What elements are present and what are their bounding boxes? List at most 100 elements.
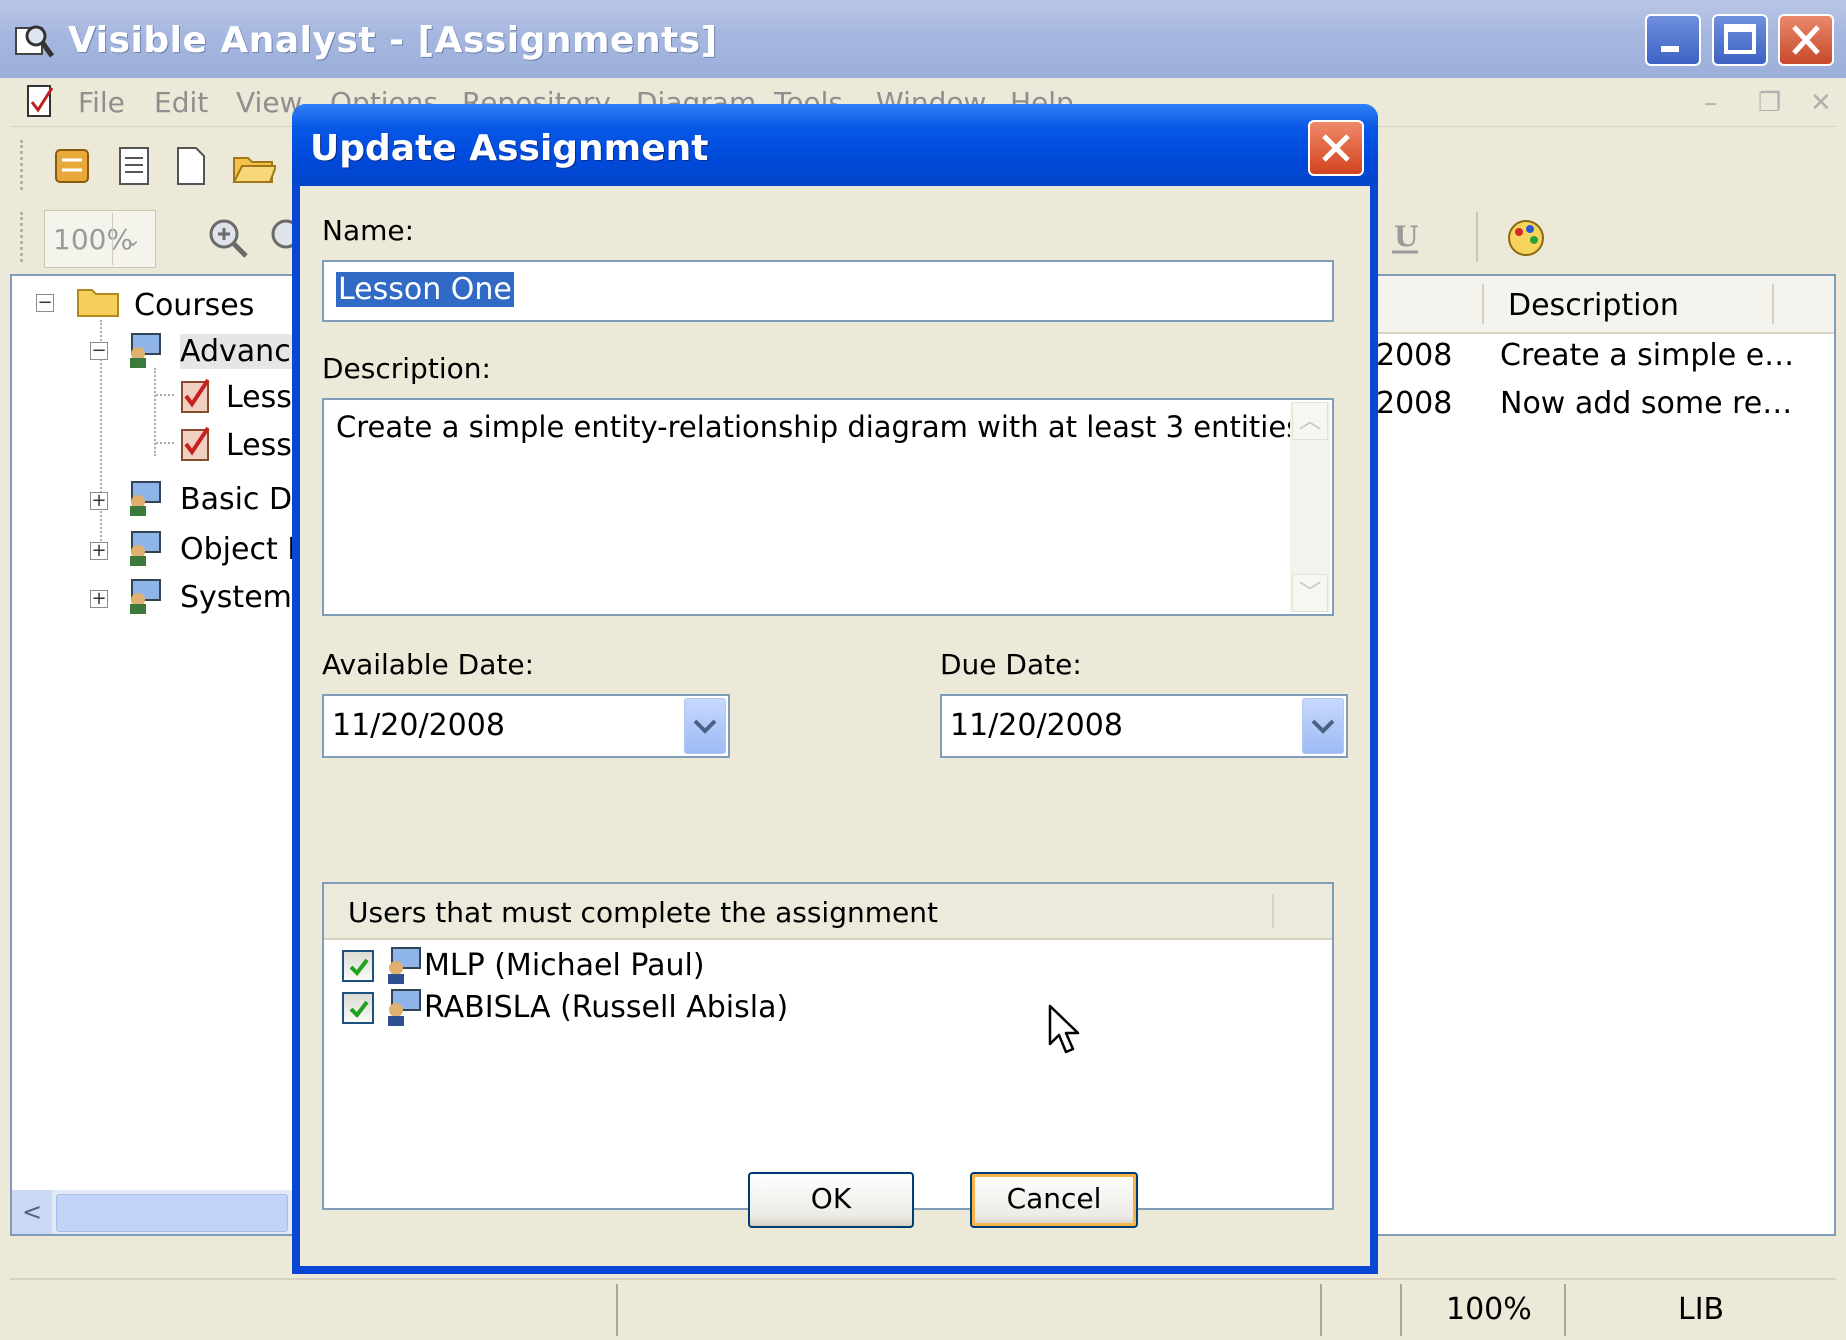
users-computer-icon [130,333,161,368]
scroll-left-icon[interactable]: < [12,1190,52,1234]
chevron-down-icon [1311,719,1335,734]
minimize-icon [1661,46,1679,52]
users-computer-icon [130,531,161,566]
close-icon [1322,134,1350,162]
column-separator[interactable] [1772,284,1774,324]
column-separator[interactable] [1272,894,1274,928]
folder-icon [77,289,119,317]
toolbar-grip[interactable] [20,140,27,190]
document-check-icon [27,85,54,117]
assignment-check-icon [181,378,210,413]
assignment-list[interactable]: Description 2008 Create a simple e… 2008… [1370,274,1836,1236]
user-checkbox[interactable] [342,950,374,982]
due-date-value: 11/20/2008 [950,708,1123,743]
available-date-value: 11/20/2008 [332,708,505,743]
collapse-toggle[interactable]: − [36,294,54,312]
tree-item-advanced[interactable]: Advance [180,334,298,369]
tree-line [156,442,174,444]
list-cell-description[interactable]: Create a simple e… [1500,338,1794,373]
column-header-description[interactable]: Description [1508,288,1679,323]
toolbar-separator [1476,212,1478,262]
name-value: Lesson One [336,272,514,307]
due-date-picker[interactable]: 11/20/2008 [940,694,1348,758]
mdi-minimize-button[interactable]: – [1704,88,1717,118]
tree-item-lesson-2[interactable]: Less [226,428,292,463]
description-scrollbar[interactable]: ︿ ﹀ [1290,402,1330,612]
users-list[interactable]: Users that must complete the assignment … [322,882,1334,1210]
underline-icon[interactable]: U [1388,218,1424,258]
color-palette-icon[interactable] [1504,216,1548,260]
scroll-thumb[interactable] [56,1194,288,1232]
list-cell-date: 2008 [1376,386,1453,421]
database-icon[interactable] [52,146,92,186]
dialog-title-bar[interactable]: Update Assignment [292,104,1378,186]
tree-item-systems[interactable]: Systems [180,580,298,615]
close-window-button[interactable] [1778,14,1834,66]
tree-item-lesson-1[interactable]: Less [226,380,292,415]
mdi-close-button[interactable]: ✕ [1810,88,1832,118]
user-label: MLP (Michael Paul) [424,948,705,983]
mdi-restore-button[interactable]: ❐ [1758,88,1781,118]
course-tree[interactable]: − Courses − Advance Less Less + Basic Da… [10,274,300,1236]
due-date-dropdown-button[interactable] [1302,698,1344,754]
dialog-body: Name: Lesson One Description: Create a s… [300,186,1370,1266]
expand-toggle[interactable]: + [90,492,108,510]
list-cell-date: 2008 [1376,338,1453,373]
users-computer-icon [130,481,161,516]
users-list-header: Users that must complete the assignment [324,884,1332,940]
chevron-down-icon[interactable]: ⌄ [112,213,153,265]
scroll-up-icon[interactable]: ︿ [1292,402,1328,440]
list-document-icon[interactable] [114,146,154,186]
available-date-dropdown-button[interactable] [684,698,726,754]
expand-toggle[interactable]: + [90,590,108,608]
expand-toggle[interactable]: + [90,542,108,560]
user-checkbox[interactable] [342,992,374,1024]
minimize-button[interactable] [1645,14,1701,66]
user-computer-icon [388,947,421,984]
description-textarea[interactable]: Create a simple entity-relationship diag… [322,398,1334,616]
status-zoom: 100% [1446,1292,1532,1327]
open-folder-icon[interactable] [232,146,276,186]
name-input[interactable]: Lesson One [322,260,1334,322]
title-bar: Visible Analyst - [Assignments] [0,0,1846,78]
status-separator [1564,1284,1566,1336]
cancel-button[interactable]: Cancel [970,1172,1138,1228]
available-date-label: Available Date: [322,648,534,681]
tree-item-courses[interactable]: Courses [134,288,254,323]
close-icon [1792,25,1820,55]
menu-file[interactable]: File [78,86,125,119]
tree-horizontal-scrollbar[interactable]: < [12,1190,298,1234]
dialog-title: Update Assignment [310,128,709,169]
tree-item-basic[interactable]: Basic Da [180,482,298,517]
menu-edit[interactable]: Edit [154,86,208,119]
user-computer-icon [388,989,421,1026]
maximize-icon [1724,24,1756,54]
assignment-check-icon [181,426,210,461]
list-header: Description [1370,276,1834,334]
list-cell-description[interactable]: Now add some re… [1500,386,1792,421]
status-mode: LIB [1678,1292,1725,1327]
svg-text:U: U [1394,220,1418,253]
status-separator [616,1284,618,1336]
users-column-header[interactable]: Users that must complete the assignment [348,896,938,929]
maximize-button[interactable] [1712,14,1768,66]
description-label: Description: [322,352,491,385]
available-date-picker[interactable]: 11/20/2008 [322,694,730,758]
status-separator [1320,1284,1322,1336]
column-separator[interactable] [1482,284,1484,324]
tree-line [156,394,174,396]
ok-button[interactable]: OK [748,1172,914,1228]
scroll-down-icon[interactable]: ﹀ [1292,574,1328,612]
zoom-combo[interactable]: 100% ⌄ [44,210,156,268]
zoom-in-icon[interactable] [206,216,250,260]
new-document-icon[interactable] [170,146,210,186]
dialog-close-button[interactable] [1308,120,1364,176]
toolbar-grip[interactable] [20,212,27,262]
status-separator [1400,1284,1402,1336]
chevron-down-icon [693,719,717,734]
collapse-toggle[interactable]: − [90,342,108,360]
checkmark-icon [349,1000,369,1019]
tree-item-object[interactable]: Object N [180,532,298,567]
users-computer-icon [130,579,161,614]
name-label: Name: [322,214,415,247]
